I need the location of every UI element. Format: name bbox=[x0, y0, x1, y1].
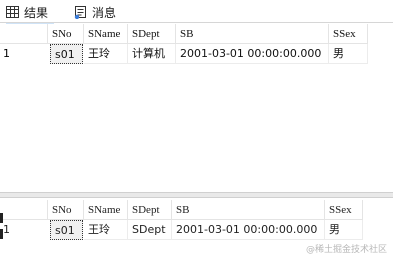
column-header[interactable]: SB bbox=[172, 200, 325, 220]
table-cell[interactable]: 2001-03-01 00:00:00.000 bbox=[176, 44, 329, 64]
column-header[interactable]: SB bbox=[176, 24, 329, 44]
table-cell[interactable]: 王玲 bbox=[84, 44, 128, 64]
tab-messages-label: 消息 bbox=[92, 5, 117, 20]
corner-cell[interactable] bbox=[0, 24, 48, 44]
table-row[interactable]: 1 s01 王玲 SDept 2001-03-01 00:00:00.000 男 bbox=[0, 220, 365, 240]
table-cell[interactable]: 王玲 bbox=[84, 220, 128, 240]
table-cell-selected[interactable]: s01 bbox=[50, 44, 83, 64]
grid-icon bbox=[6, 6, 19, 18]
tabbar-divider bbox=[0, 22, 393, 23]
tab-messages[interactable]: 消息 bbox=[74, 2, 116, 22]
column-header[interactable]: SSex bbox=[325, 200, 363, 220]
edge-mark bbox=[0, 229, 3, 239]
table-cell-selected[interactable]: s01 bbox=[50, 220, 83, 240]
table-cell[interactable]: 男 bbox=[329, 44, 368, 64]
message-icon bbox=[74, 5, 87, 19]
table-cell[interactable]: 男 bbox=[325, 220, 363, 240]
column-header[interactable]: SDept bbox=[128, 200, 172, 220]
column-header[interactable]: SNo bbox=[48, 24, 84, 44]
column-header[interactable]: SName bbox=[84, 24, 128, 44]
tab-results[interactable]: 结果 bbox=[6, 2, 55, 24]
column-header[interactable]: SName bbox=[84, 200, 128, 220]
watermark: @稀土掘金技术社区 bbox=[305, 245, 387, 255]
row-number[interactable]: 1 bbox=[0, 44, 48, 64]
edge-mark bbox=[0, 213, 3, 223]
table-cell[interactable]: 计算机 bbox=[128, 44, 176, 64]
grid-header-row: SNo SName SDept SB SSex bbox=[0, 24, 370, 44]
result-grid-1[interactable]: SNo SName SDept SB SSex 1 s01 王玲 计算机 200… bbox=[0, 24, 393, 192]
row-number[interactable]: 1 bbox=[0, 220, 48, 240]
tab-results-label: 结果 bbox=[24, 5, 49, 20]
column-header[interactable]: SSex bbox=[329, 24, 368, 44]
table-row[interactable]: 1 s01 王玲 计算机 2001-03-01 00:00:00.000 男 bbox=[0, 44, 370, 64]
grid-header-row: SNo SName SDept SB SSex bbox=[0, 200, 365, 220]
corner-cell[interactable] bbox=[0, 200, 48, 220]
table-cell[interactable]: SDept bbox=[128, 220, 172, 240]
results-tabbar: 结果 消息 bbox=[0, 0, 393, 24]
column-header[interactable]: SDept bbox=[128, 24, 176, 44]
column-header[interactable]: SNo bbox=[48, 200, 84, 220]
table-cell[interactable]: 2001-03-01 00:00:00.000 bbox=[172, 220, 325, 240]
results-pane: 结果 消息 SNo SName SDept SB SSex 1 s01 王玲 计… bbox=[0, 0, 393, 258]
